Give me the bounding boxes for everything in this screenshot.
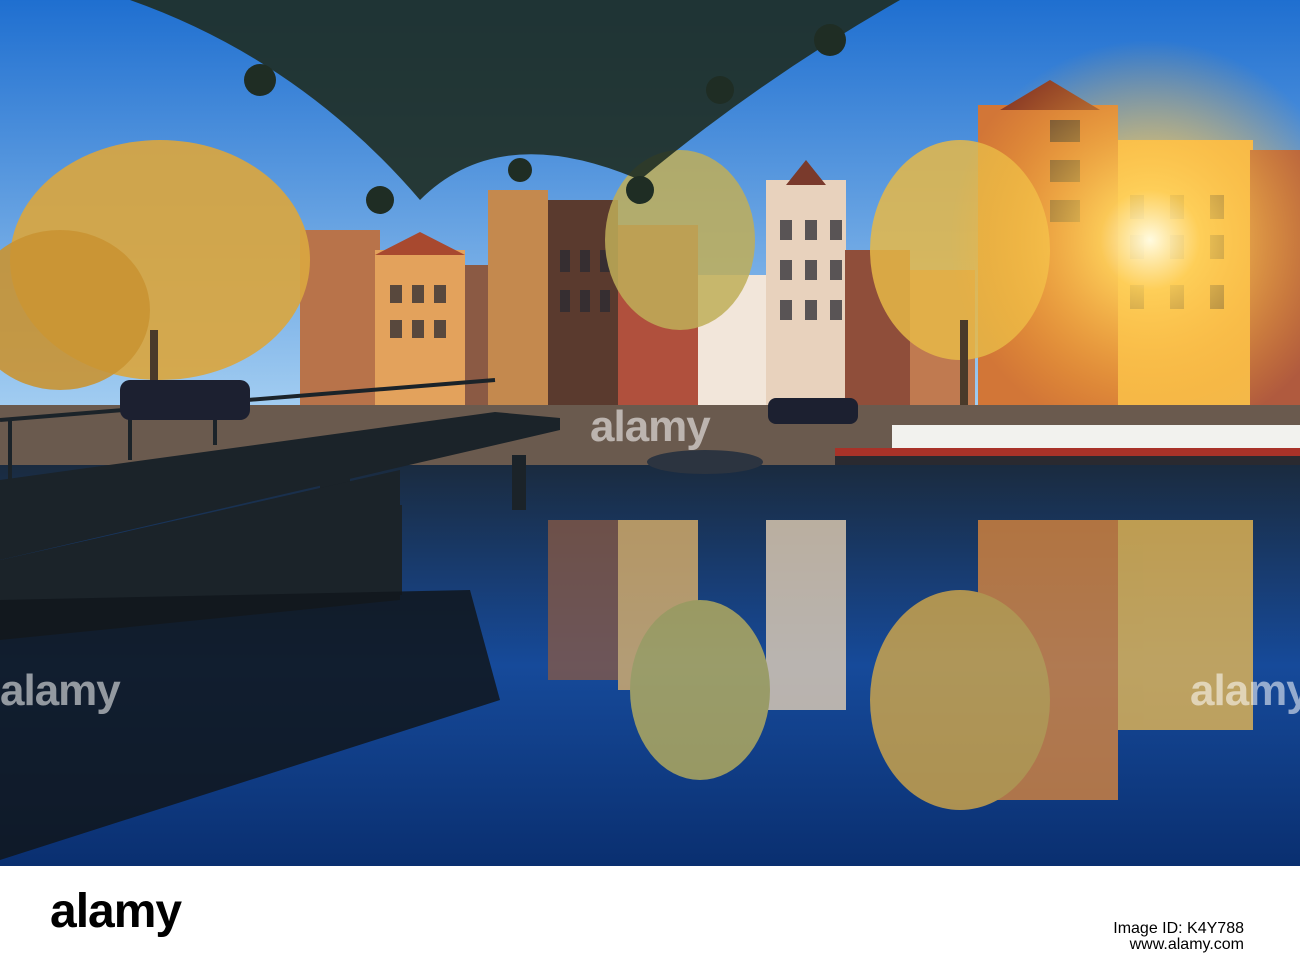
alamy-logo: alamy <box>50 885 182 938</box>
watermark-right: alamy <box>1190 666 1300 715</box>
canal-photo: alamy alamy alamy <box>0 0 1300 866</box>
parked-car <box>120 380 250 420</box>
site-url: www.alamy.com <box>1129 936 1244 953</box>
watermark-middle: alamy <box>590 402 711 451</box>
watermark-left: alamy <box>0 666 121 715</box>
parked-car <box>768 398 858 424</box>
small-boat <box>647 450 763 474</box>
footer-bar: alamy Image ID: K4Y788 www.alamy.com <box>0 866 1300 957</box>
